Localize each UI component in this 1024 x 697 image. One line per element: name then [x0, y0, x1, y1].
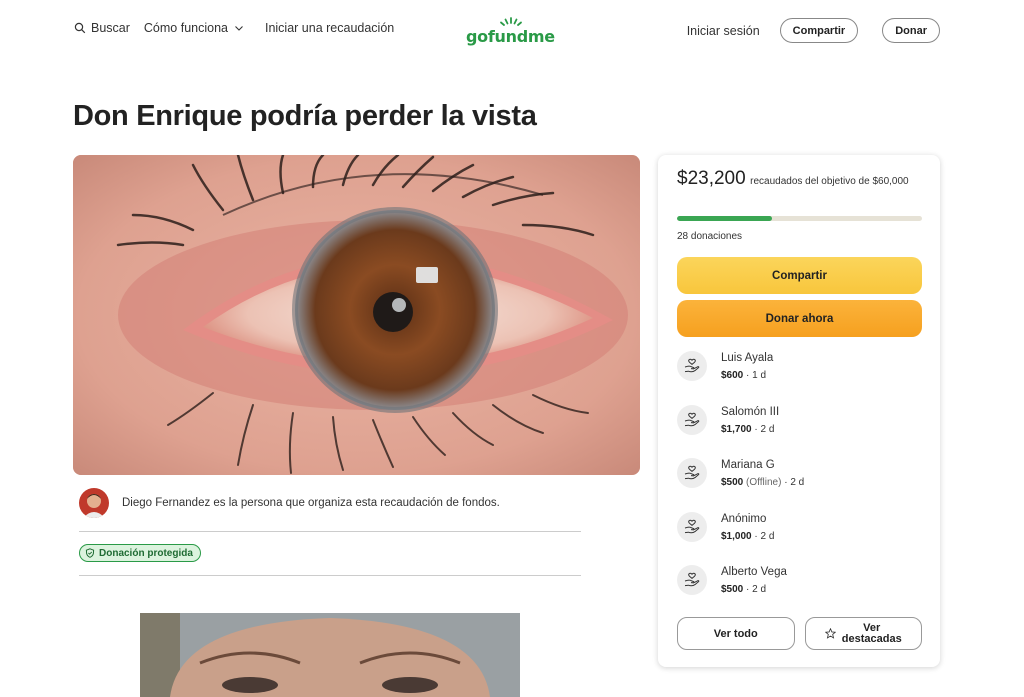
progress-bar-fill — [677, 216, 772, 221]
donor-amount: $600 — [721, 370, 744, 381]
shield-icon — [85, 548, 95, 558]
campaign-hero-image[interactable] — [73, 155, 640, 475]
donate-now-button[interactable]: Donar ahora — [677, 300, 922, 337]
see-featured-label: Ver destacadas — [841, 621, 902, 645]
search-icon — [74, 22, 86, 34]
chevron-down-icon — [235, 26, 243, 31]
donation-card: $23,200 recaudados del objetivo de $60,0… — [658, 155, 940, 667]
donor-name: Alberto Vega — [721, 566, 787, 578]
organizer-text: Diego Fernandez es la persona que organi… — [122, 497, 500, 509]
donor-time: 1 d — [752, 370, 767, 381]
nav-left: Buscar Cómo funciona Iniciar una recauda… — [74, 21, 394, 35]
donor-time: 2 d — [760, 530, 775, 542]
donor-note: (Offline) — [746, 477, 782, 488]
header-share-button[interactable]: Compartir — [779, 18, 859, 43]
donor-amount: $1,000 — [721, 530, 752, 542]
donation-hand-icon — [677, 351, 707, 381]
progress-bar — [677, 216, 922, 221]
raised-summary: $23,200 recaudados del objetivo de $60,0… — [677, 169, 927, 189]
top-nav: Buscar Cómo funciona Iniciar una recauda… — [0, 0, 1024, 62]
organizer-row: Diego Fernandez es la persona que organi… — [79, 488, 581, 532]
donor-name: Anónimo — [721, 512, 767, 525]
donor-time: 2 d — [790, 477, 805, 488]
see-all-label: Ver todo — [713, 627, 758, 640]
donation-hand-icon — [677, 404, 707, 435]
donor-time: 2 d — [752, 584, 767, 595]
how-it-works-label: Cómo funciona — [143, 21, 228, 35]
campaign-second-image[interactable] — [140, 613, 520, 697]
page-title: Don Enrique podría perder la vista — [73, 100, 537, 132]
protected-badge[interactable]: Donación protegida — [79, 544, 201, 562]
donor-meta: $500 · 2 d — [721, 584, 767, 595]
protected-badge-label: Donación protegida — [99, 547, 193, 559]
how-it-works-menu[interactable]: Cómo funciona — [144, 21, 245, 35]
start-fundraiser-label: Iniciar una recaudación — [264, 21, 395, 35]
donor-name: Salomón III — [721, 405, 780, 418]
donor-name: Luis Ayala — [721, 352, 774, 364]
start-fundraiser-link[interactable]: Iniciar una recaudación — [265, 21, 394, 35]
donor-amount: $1,700 — [721, 423, 752, 435]
nav-right: Iniciar sesión Compartir Donar — [687, 18, 940, 43]
donor-row: Alberto Vega $500 · 2 d — [677, 561, 922, 615]
protected-row: Donación protegida — [79, 544, 581, 576]
donor-meta: $500 (Offline) · 2 d — [721, 477, 805, 488]
share-button[interactable]: Compartir — [677, 257, 922, 294]
card-bottom-buttons: Ver todo Ver destacadas — [677, 617, 922, 650]
donor-row: Anónimo $1,000 · 2 d — [677, 508, 922, 562]
donation-hand-icon — [677, 458, 707, 488]
header-donate-button[interactable]: Donar — [882, 18, 940, 43]
logo-text: gofundme — [466, 27, 555, 46]
donor-list: Luis Ayala $600 · 1 d Salomón III $1,700 · … — [677, 347, 922, 615]
donor-name: Mariana G — [721, 459, 775, 471]
donor-row: Mariana G $500 (Offline) · 2 d — [677, 454, 922, 508]
gofundme-logo[interactable]: gofundme — [466, 17, 555, 47]
search-label: Buscar — [91, 21, 130, 35]
organizer-avatar[interactable] — [79, 488, 109, 518]
donor-row: Salomón III $1,700 · 2 d — [677, 401, 922, 455]
signin-link[interactable]: Iniciar sesión — [687, 24, 760, 38]
donor-row: Luis Ayala $600 · 1 d — [677, 347, 922, 401]
see-all-button[interactable]: Ver todo — [677, 617, 795, 650]
donor-meta: $600 · 1 d — [721, 370, 767, 381]
donor-amount: $500 — [721, 477, 744, 488]
donations-count[interactable]: 28 donaciones — [677, 231, 742, 242]
donation-hand-icon — [677, 565, 707, 595]
donor-amount: $500 — [721, 584, 744, 595]
star-icon — [824, 628, 836, 639]
raised-amount: $23,200 — [677, 168, 746, 189]
donor-time: 2 d — [760, 423, 775, 435]
donor-meta: $1,700 · 2 d — [721, 423, 775, 435]
donor-meta: $1,000 · 2 d — [721, 530, 775, 542]
search-link[interactable]: Buscar — [74, 21, 130, 35]
logo-sun-icon — [500, 17, 522, 26]
raised-goal-text: recaudados del objetivo de $60,000 — [750, 176, 909, 187]
donation-hand-icon — [677, 511, 707, 542]
see-featured-button[interactable]: Ver destacadas — [804, 617, 922, 650]
